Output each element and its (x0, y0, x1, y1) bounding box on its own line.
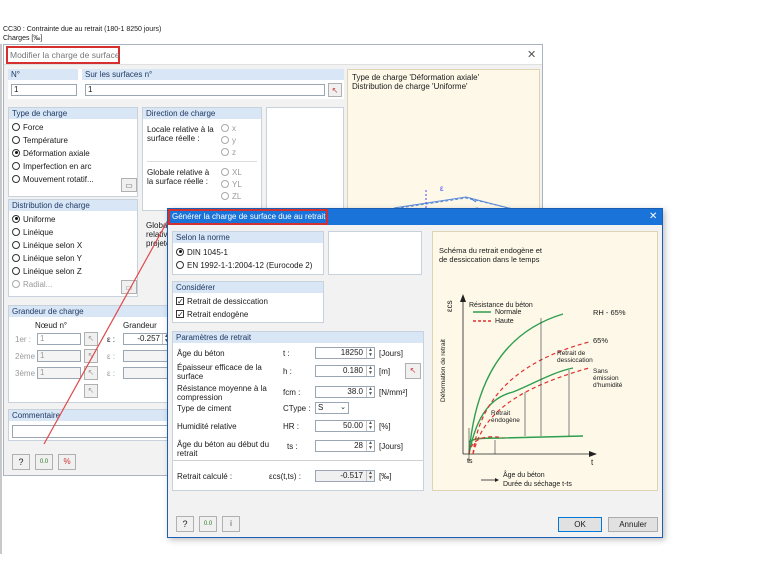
param-cement-label: Type de ciment (177, 404, 232, 413)
sealed-label: Sans émission d'humidité (593, 368, 623, 389)
x-axis-arrow (589, 451, 597, 457)
checkbox-icon[interactable]: ✓ (176, 296, 184, 305)
param-strength-sym: fcm : (283, 388, 301, 397)
param-age-label: Âge du béton (177, 349, 225, 358)
param-thickness-unit: [m] (379, 367, 391, 376)
rh65-label: RH - 65% (593, 308, 626, 317)
param-thickness-label: Épaisseur efficace de la surface (177, 363, 262, 381)
legend-title: Résistance du béton (469, 302, 533, 309)
calc-label: Retrait calculé : (177, 472, 233, 481)
dialog2-titlebar: Générer la charge de surface due au retr… (168, 209, 662, 225)
param-strength-label: Résistance moyenne à la compression (177, 384, 267, 402)
drying-label: Retrait de dessiccation (557, 350, 593, 364)
param-age-input[interactable]: 18250 ▲ ▼ (315, 347, 375, 359)
t-label: t (591, 458, 594, 467)
param-thickness-sym: h : (283, 367, 292, 376)
param-thickness-input[interactable]: 0.180 ▲ ▼ (315, 365, 375, 377)
calc-unit: [‰] (379, 472, 392, 481)
ok-button[interactable]: OK (558, 517, 602, 532)
standard-en[interactable]: EN 1992-1-1:2004-12 (Eurocode 2) (176, 259, 320, 272)
param-start-age-unit: [Jours] (379, 442, 404, 451)
param-cement-sym: CType : (283, 404, 311, 413)
chevron-down-icon[interactable]: ⌄ (340, 403, 346, 413)
age-label: Âge du béton (503, 472, 545, 479)
param-age-unit: [Jours] (379, 349, 404, 358)
standard-header: Selon la norme (173, 232, 323, 243)
param-humidity-label: Humidité relative (177, 422, 237, 431)
info-icon[interactable]: i (222, 516, 240, 532)
ts-label: ts (467, 458, 473, 465)
param-start-age-sym: ts : (287, 442, 298, 451)
standard-extra-panel (328, 231, 422, 275)
y-axis-label: Déformation de retrait (440, 339, 447, 402)
param-start-age-label: Âge du béton au début du retrait (177, 440, 270, 458)
consider-panel: Considérer ✓ Retrait de dessiccation ✓ Ret… (172, 281, 324, 323)
radio-icon[interactable] (176, 260, 184, 269)
standard-panel: Selon la norme DIN 1045-1 EN 1992-1-1:20… (172, 231, 324, 275)
divider (173, 460, 423, 461)
age-arrow-head (495, 478, 499, 482)
checkbox-icon[interactable]: ✓ (176, 309, 184, 318)
shrinkage-schema (460, 294, 597, 482)
parameters-header: Paramètres de retrait (173, 332, 423, 343)
radio-icon[interactable] (176, 247, 184, 256)
dialog2-title: Générer la charge de surface due au retr… (172, 212, 326, 221)
green-curve-endogenous (468, 435, 584, 443)
param-strength-input[interactable]: 38.0 ▲ ▼ (315, 386, 375, 398)
param-strength-unit: [N/mm²] (379, 388, 408, 397)
consider-drying[interactable]: ✓ Retrait de dessiccation (176, 295, 320, 308)
calc-output: -0.517 ▲ ▼ (315, 470, 375, 482)
eps-label: εcs (445, 300, 454, 312)
help-icon[interactable]: ? (176, 516, 194, 532)
cancel-button[interactable]: Annuler (608, 517, 658, 532)
pick-thickness-icon[interactable]: ↖ (405, 363, 421, 379)
p65-label: 65% (593, 336, 609, 345)
consider-header: Considérer (173, 282, 323, 293)
consider-autogenous[interactable]: ✓ Retrait endogène (176, 308, 320, 321)
param-cement-select[interactable]: S ⌄ (315, 402, 349, 414)
green-curve-upper (468, 313, 564, 455)
calc-sym: εcs(t,ts) : (269, 472, 302, 481)
param-age-sym: t : (283, 349, 290, 358)
param-humidity-sym: HR : (283, 422, 299, 431)
standard-din[interactable]: DIN 1045-1 (176, 246, 320, 259)
parameters-panel: Paramètres de retrait Âge du béton t : 1… (172, 331, 424, 491)
y-axis-arrow (460, 294, 466, 302)
param-start-age-input[interactable]: 28 ▲ ▼ (315, 440, 375, 452)
shrinkage-dialog: Générer la charge de surface due au retr… (167, 208, 663, 538)
legend-normal: Normale (495, 309, 522, 316)
duration-label: Durée du séchage t-ts (503, 481, 572, 488)
schema-panel: Schéma du retrait endogène et de dessicc… (432, 231, 658, 491)
param-humidity-unit: [%] (379, 422, 391, 431)
param-humidity-input[interactable]: 50.00 ▲ ▼ (315, 420, 375, 432)
close-icon[interactable]: ✕ (649, 211, 657, 222)
legend-high: Haute (495, 318, 514, 325)
endogenous-label: Retrait endogène (491, 410, 520, 424)
units-icon[interactable]: 0.0 (199, 516, 217, 532)
